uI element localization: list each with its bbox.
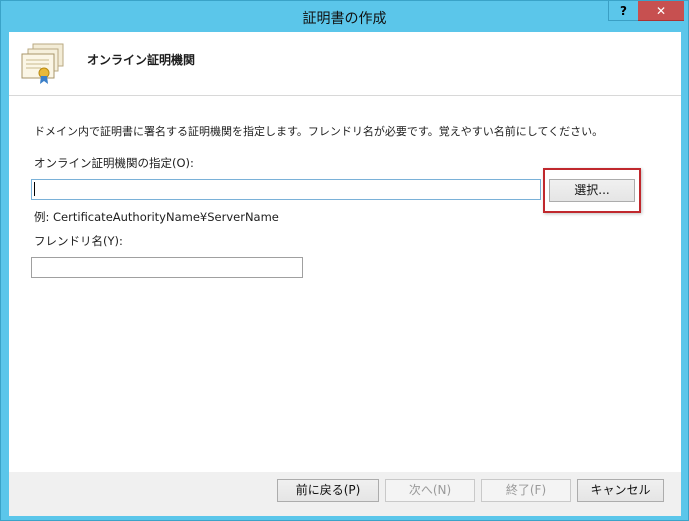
window-title: 証明書の作成: [302, 11, 387, 27]
friendly-name-label: フレンドリ名(Y):: [34, 234, 123, 248]
wizard-header: オンライン証明機関: [9, 32, 681, 96]
wizard-footer: 前に戻る(P) 次へ(N) 終了(F) キャンセル: [9, 472, 681, 516]
help-button[interactable]: ?: [608, 1, 638, 21]
description-text: ドメイン内で証明書に署名する証明機関を指定します。フレンドリ名が必要です。覚えや…: [34, 125, 604, 138]
finish-button[interactable]: 終了(F): [481, 479, 571, 502]
ca-label: オンライン証明機関の指定(O):: [34, 156, 194, 170]
example-text: 例: CertificateAuthorityName¥ServerName: [34, 210, 279, 224]
wizard-body: ドメイン内で証明書に署名する証明機関を指定します。フレンドリ名が必要です。覚えや…: [9, 96, 681, 472]
dialog-client: オンライン証明機関 ドメイン内で証明書に署名する証明機関を指定します。フレンドリ…: [9, 32, 681, 516]
back-button[interactable]: 前に戻る(P): [277, 479, 379, 502]
ca-input[interactable]: [31, 179, 541, 200]
title-bar[interactable]: 証明書の作成 ? ✕: [1, 1, 688, 33]
dialog-window: 証明書の作成 ? ✕ オンライン証明機関 ドメイン内で証明書に署名する証明機関を…: [0, 0, 689, 521]
certificate-icon: [21, 43, 64, 84]
page-title: オンライン証明機関: [87, 53, 196, 67]
text-caret: [34, 182, 35, 196]
cancel-button[interactable]: キャンセル: [577, 479, 664, 502]
next-button[interactable]: 次へ(N): [385, 479, 475, 502]
browse-button[interactable]: 選択...: [549, 179, 635, 202]
friendly-name-input[interactable]: [31, 257, 303, 278]
close-button[interactable]: ✕: [638, 1, 684, 21]
